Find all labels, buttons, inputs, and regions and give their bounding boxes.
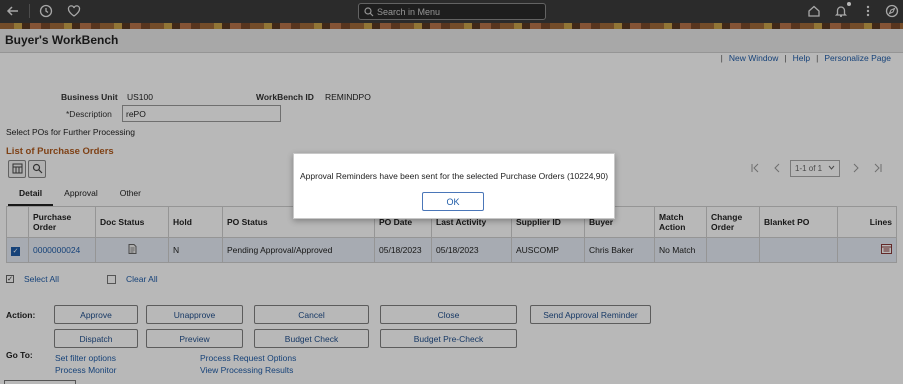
dialog-message: Approval Reminders have been sent for th…	[300, 171, 609, 181]
message-dialog: Approval Reminders have been sent for th…	[293, 153, 615, 219]
ok-button[interactable]: OK	[422, 192, 484, 211]
